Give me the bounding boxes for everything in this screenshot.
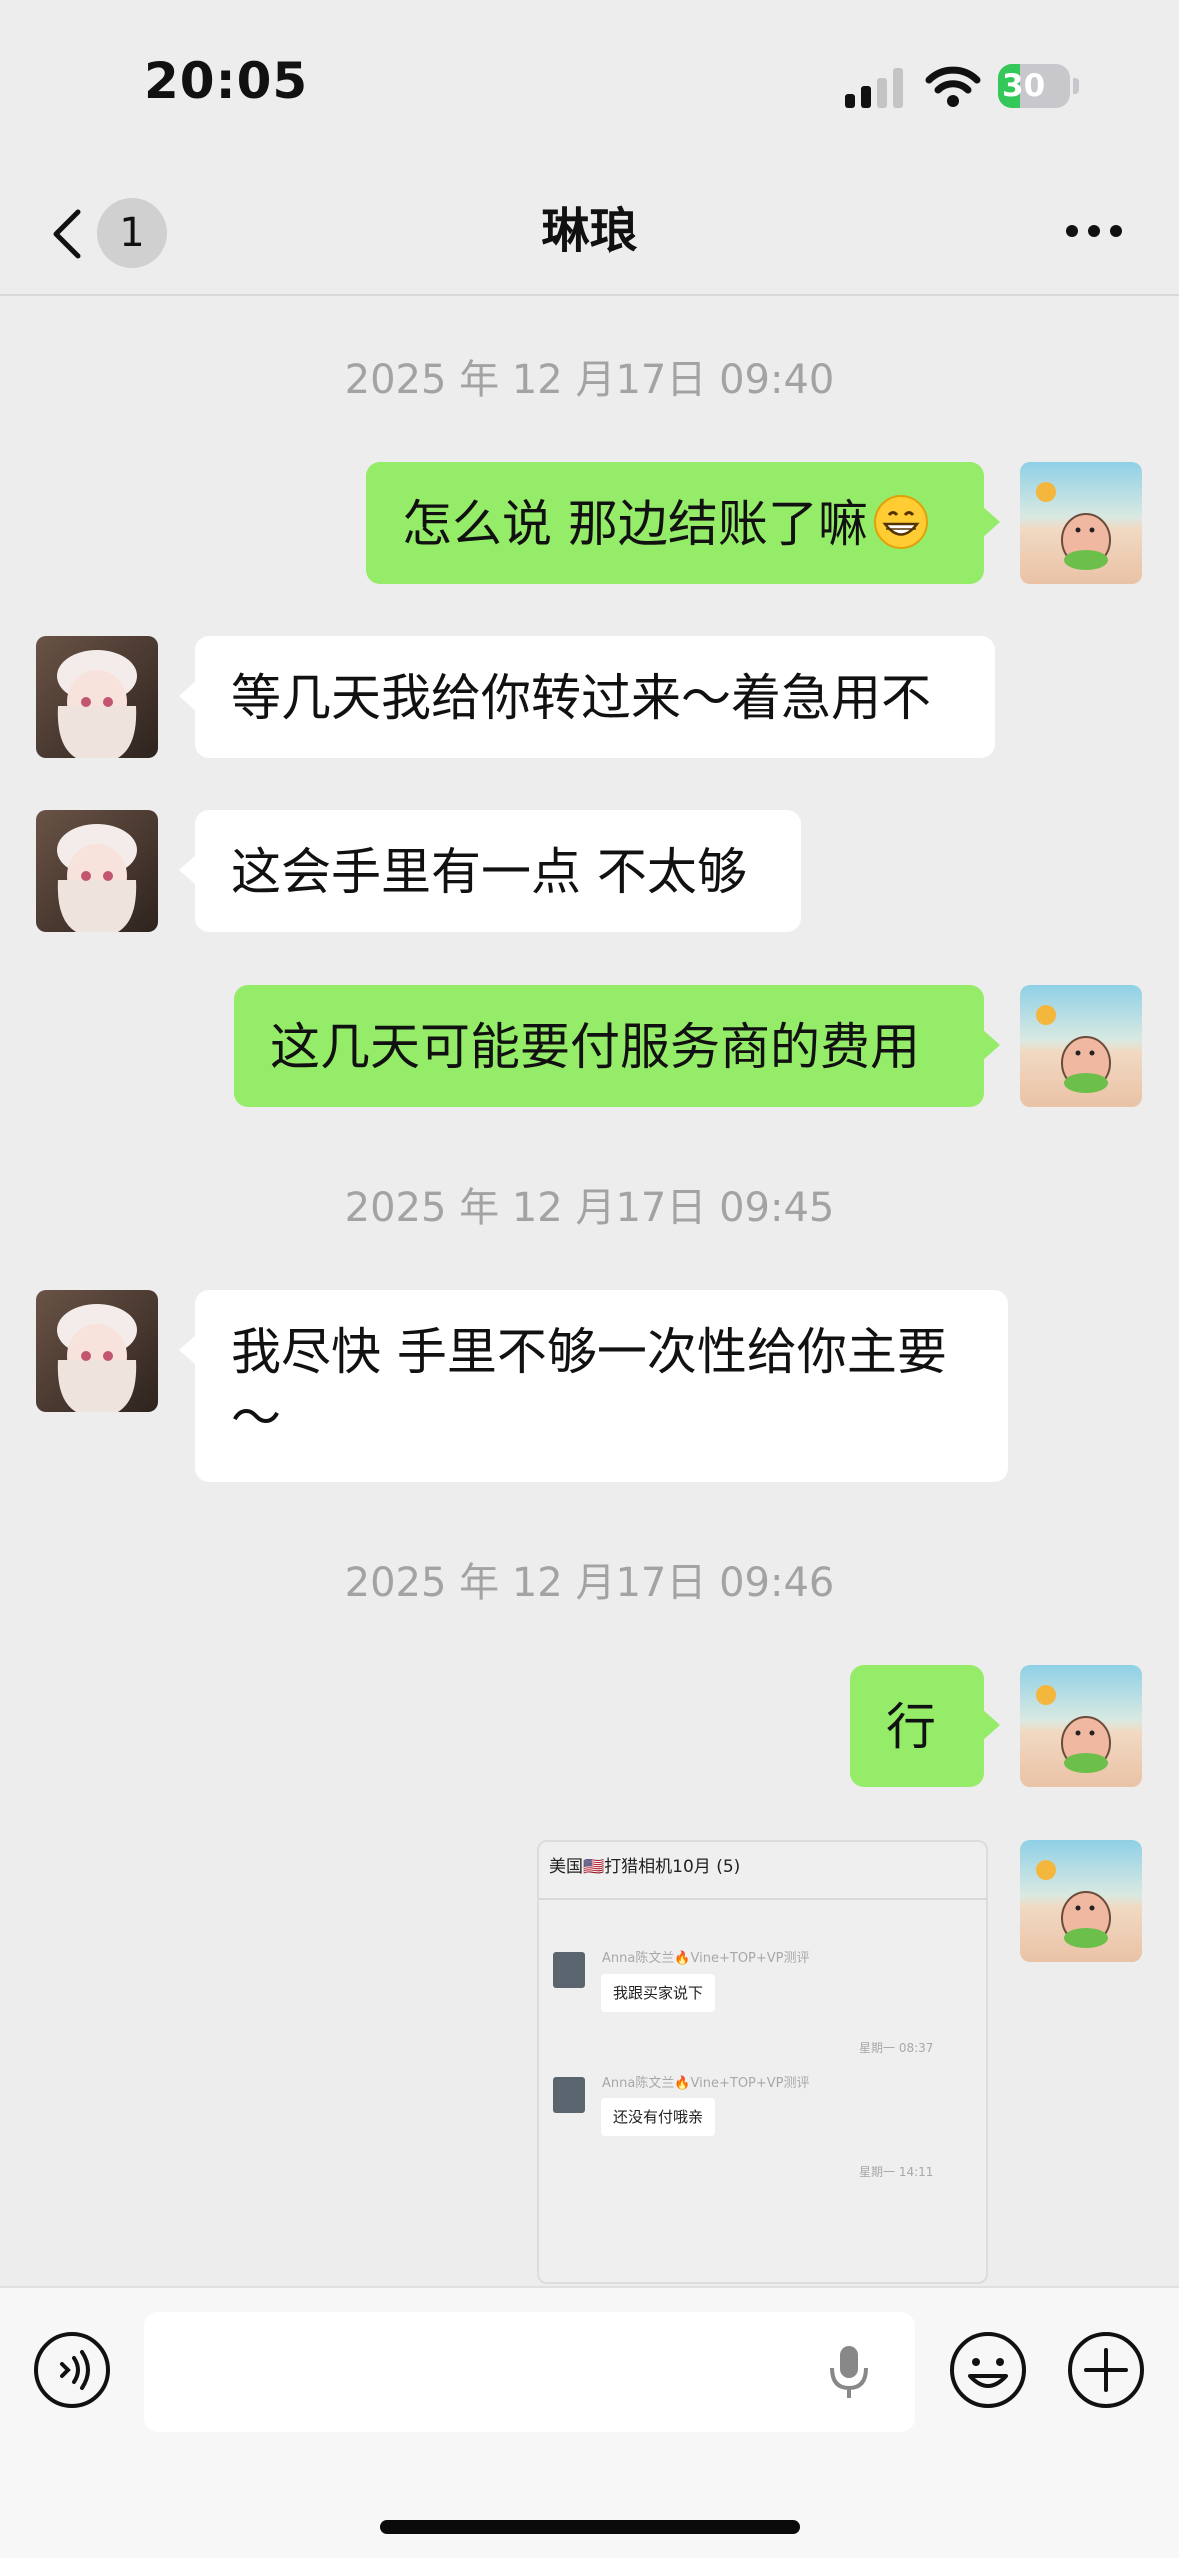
card-sender: Anna陈文兰🔥Vine+TOP+VP测评: [602, 1951, 810, 1966]
sent-message-bubble[interactable]: 这几天可能要付服务商的费用: [234, 985, 1000, 1107]
message-text: 我尽快 手里不够一次性给你主要: [231, 1323, 947, 1381]
message-timestamp: 2025 年 12 月17日 09:40: [344, 357, 835, 403]
sent-message-bubble[interactable]: 行: [850, 1665, 1000, 1787]
more-options-icon[interactable]: [1064, 216, 1124, 246]
forwarded-chat-screenshot[interactable]: 美国🇺🇸打猎相机10月 (5) Anna陈文兰🔥Vine+TOP+VP测评 我跟…: [537, 1840, 988, 2284]
chat-nav-bar: 琳琅 1: [0, 170, 1179, 296]
my-avatar[interactable]: [1020, 462, 1142, 584]
card-sender: Anna陈文兰🔥Vine+TOP+VP测评: [602, 2076, 810, 2091]
message-text: ～: [231, 1389, 281, 1447]
card-title: 美国🇺🇸打猎相机10月 (5): [549, 1857, 741, 1877]
message-input[interactable]: [144, 2312, 915, 2432]
wifi-icon: [925, 66, 981, 107]
battery-level: 30: [1002, 68, 1046, 104]
back-button[interactable]: 1: [40, 198, 170, 268]
chat-title: 琳琅: [541, 203, 638, 259]
anime-girl-avatar-icon: [36, 810, 158, 932]
avatar: [553, 1952, 585, 1988]
status-bar: 20:05 30: [0, 0, 1179, 170]
card-time: 星期一 14:11: [859, 2165, 934, 2179]
anime-girl-avatar-icon: [36, 1290, 158, 1412]
message-text: 等几天我给你转过来～着急用不: [231, 669, 931, 727]
chevron-left-icon: [53, 209, 81, 259]
my-avatar[interactable]: [1020, 985, 1142, 1107]
home-indicator[interactable]: [380, 2520, 800, 2534]
received-message-bubble[interactable]: 我尽快 手里不够一次性给你主要 ～: [179, 1290, 1008, 1482]
message-text: 这会手里有一点 不太够: [231, 843, 747, 901]
beach-cartoon-avatar-icon: [1020, 1840, 1142, 1962]
message-text: 这几天可能要付服务商的费用: [270, 1018, 920, 1076]
grinning-face-emoji-icon: [873, 495, 928, 549]
avatar: [553, 2077, 585, 2113]
beach-cartoon-avatar-icon: [1020, 462, 1142, 584]
message-text: 行: [886, 1698, 936, 1756]
chat-input-bar: [0, 2286, 1179, 2558]
message-timestamp: 2025 年 12 月17日 09:45: [344, 1185, 835, 1231]
card-message: 还没有付哦亲: [601, 2098, 716, 2136]
contact-avatar[interactable]: [36, 636, 158, 758]
message-text: 怎么说 那边结账了嘛: [402, 495, 868, 553]
message-timestamp: 2025 年 12 月17日 09:46: [344, 1560, 835, 1606]
microphone-icon[interactable]: [824, 2344, 874, 2400]
sent-message-bubble[interactable]: 怎么说 那边结账了嘛: [366, 462, 1000, 584]
card-time: 星期一 08:37: [859, 2041, 934, 2055]
divider: [539, 1898, 986, 1900]
contact-avatar[interactable]: [36, 1290, 158, 1412]
beach-cartoon-avatar-icon: [1020, 1665, 1142, 1787]
battery-icon: 30: [998, 64, 1080, 108]
anime-girl-avatar-icon: [36, 636, 158, 758]
cellular-signal-icon: [845, 68, 903, 108]
emoji-icon[interactable]: [948, 2330, 1028, 2410]
voice-input-toggle-icon[interactable]: [32, 2330, 112, 2410]
received-message-bubble[interactable]: 这会手里有一点 不太够: [179, 810, 801, 932]
unread-count-badge: 1: [97, 198, 167, 268]
my-avatar[interactable]: [1020, 1665, 1142, 1787]
my-avatar[interactable]: [1020, 1840, 1142, 1962]
beach-cartoon-avatar-icon: [1020, 985, 1142, 1107]
status-time: 20:05: [144, 52, 309, 110]
received-message-bubble[interactable]: 等几天我给你转过来～着急用不: [179, 636, 995, 758]
add-attachment-icon[interactable]: [1066, 2330, 1146, 2410]
contact-avatar[interactable]: [36, 810, 158, 932]
card-message: 我跟买家说下: [601, 1974, 716, 2012]
